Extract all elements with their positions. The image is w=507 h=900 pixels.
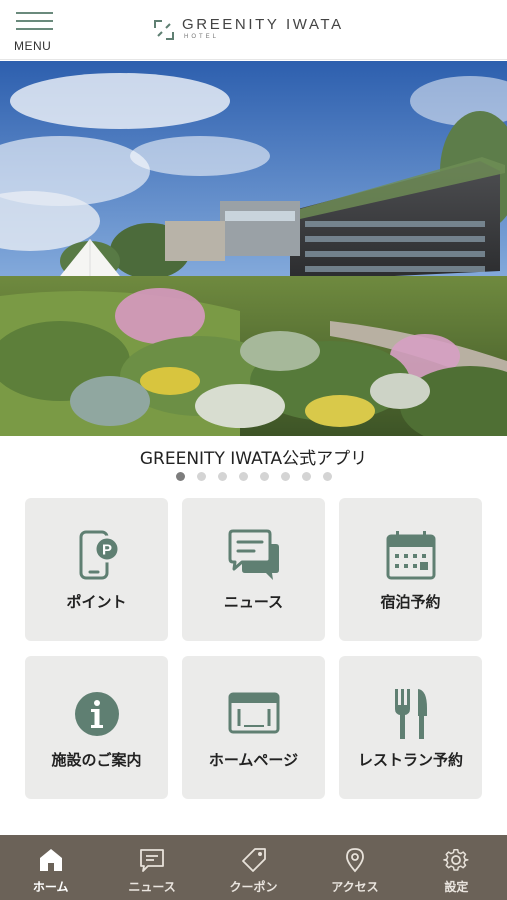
carousel-dot[interactable]	[196, 472, 206, 481]
tile-homepage[interactable]: ホームページ	[182, 656, 325, 799]
hero-image[interactable]	[0, 61, 507, 436]
menu-bar-icon	[16, 28, 53, 30]
browser-icon	[228, 692, 279, 734]
bottom-navigation: ホーム ニュース クーポン アクセス 設定	[0, 835, 507, 900]
tile-homepage-label: ホームページ	[208, 751, 299, 769]
tab-coupon-label: クーポン	[229, 880, 278, 894]
app-screen: MENU GREENITY IWATA HOTEL GREENITY IWATA…	[0, 0, 507, 900]
tab-home-label: ホーム	[32, 880, 69, 894]
tile-restaurant-reservation-label: レストラン予約	[357, 751, 463, 769]
carousel-dot-active[interactable]	[175, 472, 185, 481]
carousel-dot[interactable]	[322, 472, 332, 481]
carousel-dot[interactable]	[280, 472, 290, 481]
header: MENU GREENITY IWATA HOTEL	[0, 0, 507, 60]
svg-text:P: P	[101, 542, 111, 559]
tile-point[interactable]: P ポイント	[25, 498, 168, 641]
news-icon	[140, 849, 165, 872]
tile-news[interactable]: ニュース	[182, 498, 325, 641]
gear-icon	[443, 849, 469, 871]
logo-subtitle: HOTEL	[184, 34, 220, 40]
tab-home[interactable]: ホーム	[0, 835, 101, 900]
tab-access[interactable]: アクセス	[304, 835, 405, 900]
tab-settings[interactable]: 設定	[406, 835, 507, 900]
tile-hotel-reservation[interactable]: 宿泊予約	[339, 498, 482, 641]
app-title: GREENITY IWATA公式アプリ	[139, 449, 368, 469]
menu-tiles: P ポイント ニュース 宿泊予約 施設のご案内 ホームページ レストラン予約	[25, 498, 483, 799]
carousel-dot[interactable]	[301, 472, 311, 481]
carousel-dot[interactable]	[259, 472, 269, 481]
carousel-dot[interactable]	[217, 472, 227, 481]
menu-bar-icon	[16, 12, 53, 14]
tab-access-label: アクセス	[331, 880, 379, 894]
tile-point-label: ポイント	[66, 593, 127, 611]
menu-bar-icon	[16, 20, 53, 22]
tab-coupon[interactable]: クーポン	[203, 835, 304, 900]
menu-button[interactable]: MENU	[14, 12, 58, 56]
tab-settings-label: 設定	[444, 880, 469, 894]
carousel-dot[interactable]	[238, 472, 248, 481]
info-icon	[74, 692, 119, 736]
tile-restaurant-reservation[interactable]: レストラン予約	[339, 656, 482, 799]
logo-name: GREENITY IWATA	[182, 16, 344, 33]
location-icon	[346, 848, 364, 873]
hotel-logo: GREENITY IWATA HOTEL	[152, 16, 362, 46]
logo-mark-icon	[154, 20, 174, 40]
tile-hotel-reservation-label: 宿泊予約	[380, 593, 441, 611]
calendar-icon	[386, 531, 435, 580]
chat-icon	[228, 529, 279, 580]
coupon-icon	[241, 848, 266, 872]
tile-facility-guide-label: 施設のご案内	[51, 751, 142, 769]
phone-point-icon: P	[79, 530, 120, 580]
menu-label: MENU	[14, 39, 52, 53]
carousel-pagination	[0, 472, 507, 481]
home-icon	[39, 849, 62, 871]
tile-facility-guide[interactable]: 施設のご案内	[25, 656, 168, 799]
tab-news-label: ニュース	[128, 880, 176, 894]
tile-news-label: ニュース	[223, 593, 284, 611]
tab-news[interactable]: ニュース	[101, 835, 202, 900]
cutlery-icon	[394, 689, 427, 739]
